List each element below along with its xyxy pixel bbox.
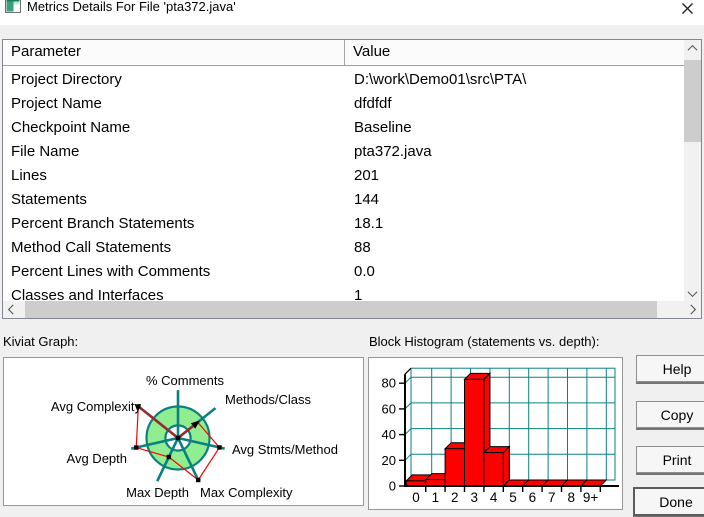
titlebar: Metrics Details For File 'pta372.java' xyxy=(0,0,704,25)
scroll-right-button[interactable] xyxy=(684,301,701,318)
close-icon xyxy=(681,2,693,14)
histogram-y-tick-label: 60 xyxy=(382,401,396,416)
kiviat-axis-label: Max Complexity xyxy=(200,485,293,500)
kiviat-axis-label: Avg Complexity xyxy=(51,399,142,414)
table-row[interactable]: Lines 201 xyxy=(3,164,684,188)
table-row[interactable]: Percent Lines with Comments 0.0 xyxy=(3,260,684,284)
param-cell: Project Name xyxy=(11,95,102,112)
histogram-x-tick-label: 4 xyxy=(490,490,498,505)
table-row[interactable]: Statements 144 xyxy=(3,188,684,212)
table-row[interactable]: Classes and Interfaces 1 xyxy=(3,284,684,301)
param-cell: Percent Lines with Comments xyxy=(11,263,211,280)
histogram-bar xyxy=(464,378,485,487)
kiviat-graph-panel: % Comments Methods/Class Avg Stmts/Method M… xyxy=(3,357,364,506)
value-cell: 144 xyxy=(354,191,380,208)
scroll-left-button[interactable] xyxy=(3,301,20,318)
histogram-axis-hatch xyxy=(404,367,412,375)
param-cell: Percent Branch Statements xyxy=(11,215,195,232)
vertical-scrollbar[interactable] xyxy=(684,40,701,302)
kiviat-data-point xyxy=(175,435,181,441)
param-cell: Statements xyxy=(11,191,87,208)
param-cell: Classes and Interfaces xyxy=(11,287,164,301)
kiviat-section-label: Kiviat Graph: xyxy=(3,334,79,349)
value-cell: 1 xyxy=(354,287,363,301)
histogram-wall xyxy=(410,367,616,481)
histogram-x-tick-label: 3 xyxy=(470,490,478,505)
kiviat-axis-label: % Comments xyxy=(146,373,225,388)
metrics-table: Parameter Value Project Directory D:\work… xyxy=(2,39,702,319)
table-row[interactable]: Method Call Statements 88 xyxy=(3,236,684,260)
value-cell: D:\work\Demo01\src\PTA\ xyxy=(354,71,527,88)
table-header: Parameter Value xyxy=(3,40,684,66)
chevron-down-icon xyxy=(687,287,698,298)
histogram-x-tick-label: 8 xyxy=(567,490,575,505)
histogram-bar xyxy=(444,448,465,487)
table-row[interactable]: Checkpoint Name Baseline xyxy=(3,116,684,140)
param-cell: Lines xyxy=(11,167,47,184)
horizontal-scrollbar[interactable] xyxy=(3,301,701,318)
block-histogram-panel: 0 20 40 60 80 0 1 2 3 4 5 6 7 8 9+ xyxy=(368,357,623,510)
table-row[interactable]: Percent Branch Statements 18.1 xyxy=(3,212,684,236)
kiviat-data-point xyxy=(134,445,139,450)
histogram-y-tick-label: 80 xyxy=(382,376,396,391)
close-button[interactable] xyxy=(672,0,702,20)
histogram-section-label: Block Histogram (statements vs. depth): xyxy=(369,334,600,349)
histogram-y-tick-label: 40 xyxy=(382,427,396,442)
param-cell: Method Call Statements xyxy=(11,239,172,256)
value-cell: 88 xyxy=(354,239,371,256)
kiviat-data-point xyxy=(196,477,201,483)
histogram-x-tick-label: 7 xyxy=(548,490,556,505)
histogram-x-tick-label: 9+ xyxy=(583,490,599,505)
print-button[interactable]: Print xyxy=(636,446,704,473)
chevron-left-icon xyxy=(7,304,18,315)
help-button[interactable]: Help xyxy=(636,355,704,382)
value-cell: Baseline xyxy=(354,119,412,136)
table-row[interactable]: Project Directory D:\work\Demo01\src\PTA\ xyxy=(3,68,684,92)
kiviat-axis-label: Avg Stmts/Method xyxy=(232,442,338,457)
param-cell: File Name xyxy=(11,143,80,160)
kiviat-axis-label: Methods/Class xyxy=(225,392,311,407)
horizontal-scroll-thumb[interactable] xyxy=(25,301,657,318)
window-title: Metrics Details For File 'pta372.java' xyxy=(27,0,236,14)
param-cell: Project Directory xyxy=(11,71,122,88)
histogram-bar xyxy=(483,452,504,487)
table-row[interactable]: File Name pta372.java xyxy=(3,140,684,164)
histogram-bar-side xyxy=(502,445,510,488)
param-cell: Checkpoint Name xyxy=(11,119,131,136)
histogram-x-tick-label: 1 xyxy=(432,490,440,505)
histogram-x-tick-label: 2 xyxy=(451,490,459,505)
histogram-x-tick-label: 6 xyxy=(529,490,537,505)
scroll-up-button[interactable] xyxy=(684,40,701,57)
histogram-x-tick-label: 0 xyxy=(412,490,420,505)
table-row[interactable]: Project Name dfdfdf xyxy=(3,92,684,116)
copy-button[interactable]: Copy xyxy=(636,401,704,428)
kiviat-axis-label: Max Depth xyxy=(126,485,189,500)
value-cell: 0.0 xyxy=(354,263,375,280)
histogram-x-tick-label: 5 xyxy=(509,490,517,505)
scroll-down-button[interactable] xyxy=(684,285,701,302)
column-header-parameter[interactable]: Parameter xyxy=(3,40,345,65)
chevron-right-icon xyxy=(686,304,697,315)
value-cell: 18.1 xyxy=(354,215,384,232)
histogram-chart: 0204060800 1 2 3 4 5 6 7 8 9+ xyxy=(382,367,619,505)
table-body: Project Directory D:\work\Demo01\src\PTA\… xyxy=(3,66,684,301)
kiviat-data-point xyxy=(166,454,172,460)
kiviat-chart: % CommentsMethods/Class Avg Stmts/Method M… xyxy=(51,373,338,500)
value-cell: pta372.java xyxy=(354,143,432,160)
vertical-scroll-thumb[interactable] xyxy=(684,60,701,142)
value-cell: 201 xyxy=(354,167,380,184)
done-button[interactable]: Done xyxy=(633,487,704,516)
app-icon xyxy=(5,0,21,13)
histogram-y-tick-label: 20 xyxy=(382,453,396,468)
kiviat-data-point xyxy=(217,445,222,450)
kiviat-axis-label: Avg Depth xyxy=(67,451,127,466)
value-cell: dfdfdf xyxy=(354,95,392,112)
chevron-up-icon xyxy=(687,44,698,55)
column-header-value[interactable]: Value xyxy=(345,40,684,65)
histogram-y-tick-label: 0 xyxy=(389,479,396,494)
